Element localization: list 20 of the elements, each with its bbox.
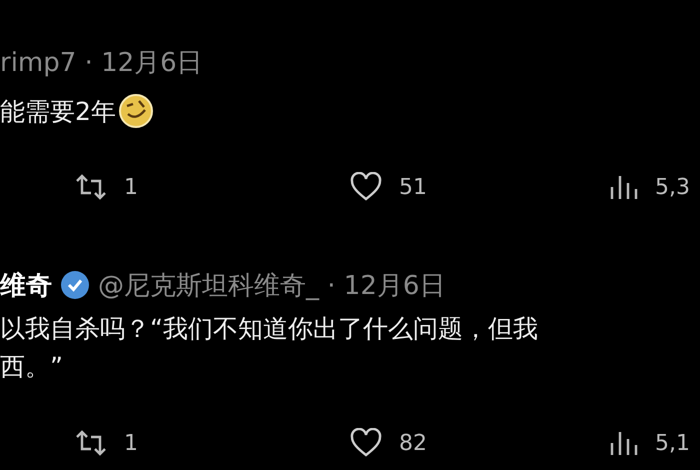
handle-and-date: @尼克斯坦科维奇_ · 12月6日 bbox=[98, 270, 446, 302]
views-icon[interactable] bbox=[609, 429, 639, 457]
reply-text: 能需要2年 bbox=[0, 96, 116, 128]
repost-count: 1 bbox=[124, 174, 138, 200]
repost-icon[interactable] bbox=[74, 173, 108, 201]
heart-icon[interactable] bbox=[349, 172, 383, 202]
like-count: 82 bbox=[399, 430, 427, 456]
reply-text: 以我自杀吗？“我们不知道你出了什么问题，但我 bbox=[0, 312, 538, 344]
laughing-emoji-icon bbox=[118, 93, 154, 129]
repost-icon[interactable] bbox=[74, 429, 108, 457]
view-count: 5,1 bbox=[655, 430, 690, 456]
views-icon[interactable] bbox=[609, 173, 639, 201]
author-name[interactable]: 维奇 bbox=[0, 268, 52, 302]
view-count: 5,3 bbox=[655, 174, 690, 200]
verified-badge-icon bbox=[60, 270, 90, 300]
repost-count: 1 bbox=[124, 430, 138, 456]
heart-icon[interactable] bbox=[349, 428, 383, 458]
like-count: 51 bbox=[399, 174, 427, 200]
reply-text: 西。” bbox=[0, 350, 63, 382]
handle-and-date: rimp7 · 12月6日 bbox=[0, 46, 203, 80]
